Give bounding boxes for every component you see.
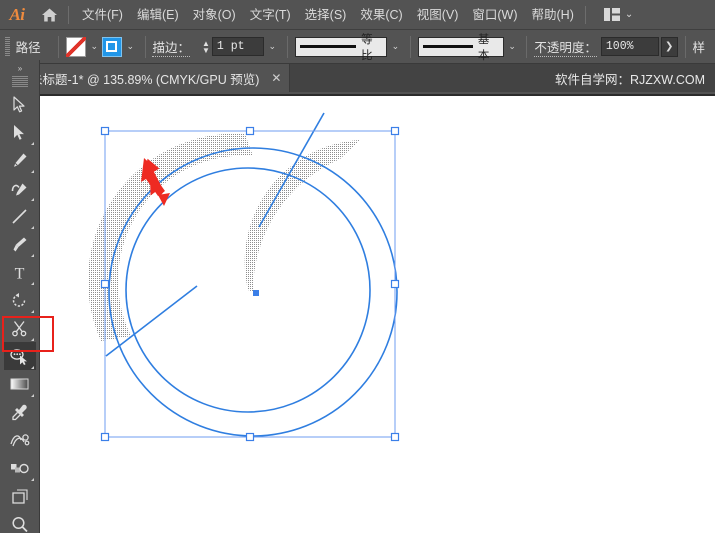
- stroke-weight-input[interactable]: 1 pt: [211, 37, 264, 56]
- shaded-ring-band[interactable]: [88, 133, 253, 341]
- graphic-styles-label[interactable]: 样: [692, 37, 705, 56]
- document-canvas[interactable]: [40, 96, 715, 533]
- flyout-indicator-icon: [30, 310, 34, 313]
- selection-handle-tl: [100, 126, 110, 136]
- stroke-color-swatch[interactable]: [101, 36, 122, 57]
- menu-bar: Ai 文件(F) 编辑(E) 对象(O) 文字(T) 选择(S) 效果(C) 视…: [0, 0, 715, 30]
- control-bar-grip[interactable]: [5, 36, 10, 57]
- line-segment-tool[interactable]: [4, 202, 36, 230]
- selection-handle-mr: [390, 279, 400, 289]
- document-tab[interactable]: 未标题-1* @ 135.89% (CMYK/GPU 预览) ✕: [16, 64, 291, 92]
- selection-handle-ml: [100, 279, 110, 289]
- artwork-svg: [85, 112, 400, 442]
- selection-tool[interactable]: [4, 90, 36, 118]
- tools-panel-expand-button[interactable]: »: [0, 60, 39, 76]
- menu-divider: [68, 5, 69, 24]
- menu-item-list: 文件(F) 编辑(E) 对象(O) 文字(T) 选择(S) 效果(C) 视图(V…: [75, 0, 581, 30]
- menu-item-select[interactable]: 选择(S): [298, 0, 354, 30]
- direct-selection-tool[interactable]: [4, 118, 36, 146]
- flyout-indicator-icon: [30, 198, 34, 201]
- brush-definition-select[interactable]: 基本: [417, 34, 504, 62]
- workspace-caret-icon: ⌄: [624, 9, 634, 20]
- live-paint-filled-segment[interactable]: [85, 129, 360, 344]
- selection-center-point: [253, 290, 259, 296]
- menu-item-effect[interactable]: 效果(C): [353, 0, 409, 30]
- flyout-indicator-icon: [30, 478, 34, 481]
- curvature-tool[interactable]: [4, 174, 36, 202]
- app-logo: Ai: [9, 4, 25, 24]
- flyout-indicator-icon: [30, 254, 34, 257]
- flyout-indicator-icon: [30, 338, 34, 341]
- close-icon[interactable]: ✕: [271, 71, 281, 85]
- opacity-input[interactable]: 100%: [600, 37, 659, 56]
- paintbrush-tool[interactable]: [4, 230, 36, 258]
- stroke-weight-stepper[interactable]: ▲ ▼: [200, 37, 212, 57]
- blend-tool[interactable]: [4, 426, 36, 454]
- stroke-caret-icon[interactable]: ⌄: [123, 37, 138, 57]
- menu-item-object[interactable]: 对象(O): [186, 0, 243, 30]
- type-tool[interactable]: T: [4, 258, 36, 286]
- opacity-label[interactable]: 不透明度：: [534, 37, 597, 57]
- document-tab-title: 未标题-1* @ 135.89% (CMYK/GPU 预览): [30, 72, 260, 87]
- workspace-switcher-icon: [603, 8, 620, 21]
- opacity-expand-button[interactable]: ❯: [660, 36, 678, 57]
- brush-definition-icon: [422, 45, 473, 48]
- flyout-indicator-icon: [30, 394, 34, 397]
- tools-panel-grip[interactable]: [11, 76, 28, 88]
- home-icon[interactable]: [34, 0, 64, 30]
- gradient-tool[interactable]: [4, 370, 36, 398]
- eyedropper-tool[interactable]: [4, 398, 36, 426]
- tools-panel: » T: [0, 60, 40, 533]
- selection-handle-tr: [390, 126, 400, 136]
- flyout-indicator-icon: [30, 282, 34, 285]
- menu-item-view[interactable]: 视图(V): [410, 0, 466, 30]
- workspace-switcher[interactable]: ⌄: [600, 8, 637, 21]
- control-divider-4: [409, 35, 411, 58]
- menu-item-help[interactable]: 帮助(H): [525, 0, 581, 30]
- menu-item-type[interactable]: 文字(T): [243, 0, 298, 30]
- width-profile-label: 等比: [361, 33, 373, 62]
- illustrator-window: Ai 文件(F) 编辑(E) 对象(O) 文字(T) 选择(S) 效果(C) 视…: [0, 0, 715, 533]
- flyout-indicator-icon: [30, 366, 34, 369]
- menu-divider-2: [584, 5, 586, 24]
- control-divider-1: [57, 35, 59, 58]
- artboard-tool[interactable]: [4, 482, 36, 510]
- rotate-tool[interactable]: [4, 286, 36, 314]
- brush-definition-label: 基本: [477, 33, 490, 62]
- menu-item-file[interactable]: 文件(F): [75, 0, 130, 30]
- live-paint-bucket-tool[interactable]: [3, 342, 36, 370]
- selection-handle-tc: [245, 126, 255, 136]
- symbol-sprayer-tool[interactable]: [4, 454, 36, 482]
- selection-handle-bl: [100, 432, 110, 442]
- flyout-indicator-icon: [30, 226, 34, 229]
- document-tab-bar: 未标题-1* @ 135.89% (CMYK/GPU 预览) ✕ 软件自学网：R…: [0, 64, 715, 92]
- svg-text:T: T: [15, 265, 25, 281]
- fill-caret-icon[interactable]: ⌄: [87, 37, 102, 57]
- stroke-weight-label[interactable]: 描边：: [152, 37, 190, 57]
- flyout-indicator-icon: [30, 170, 34, 173]
- selection-handle-br: [390, 432, 400, 442]
- menu-item-edit[interactable]: 编辑(E): [130, 0, 186, 30]
- menu-item-window[interactable]: 窗口(W): [465, 0, 524, 30]
- brush-definition-caret-icon[interactable]: ⌄: [505, 37, 520, 57]
- pen-tool[interactable]: [4, 146, 36, 174]
- fill-color-swatch[interactable]: [65, 36, 87, 57]
- width-profile-icon: [299, 45, 357, 48]
- selection-handle-bc: [245, 432, 255, 442]
- flyout-indicator-icon: [30, 142, 34, 145]
- control-divider-5: [526, 35, 528, 58]
- control-divider-6: [684, 35, 686, 58]
- zoom-tool[interactable]: [4, 510, 36, 533]
- control-divider-3: [286, 35, 288, 58]
- variable-width-profile-select[interactable]: 等比: [294, 34, 388, 62]
- selection-type-label: 路径: [15, 41, 41, 55]
- control-divider-2: [144, 35, 146, 58]
- watermark-text: 软件自学网：RJZXW.COM: [555, 72, 705, 87]
- width-profile-caret-icon[interactable]: ⌄: [388, 37, 403, 57]
- control-bar: 路径 ⌄ ⌄ 描边： ▲ ▼ 1 pt ⌄ 等比 ⌄ 基本 ⌄ 不透明度： 100…: [0, 30, 715, 64]
- scissors-tool[interactable]: [4, 314, 36, 342]
- stroke-weight-caret-icon[interactable]: ⌄: [265, 37, 280, 57]
